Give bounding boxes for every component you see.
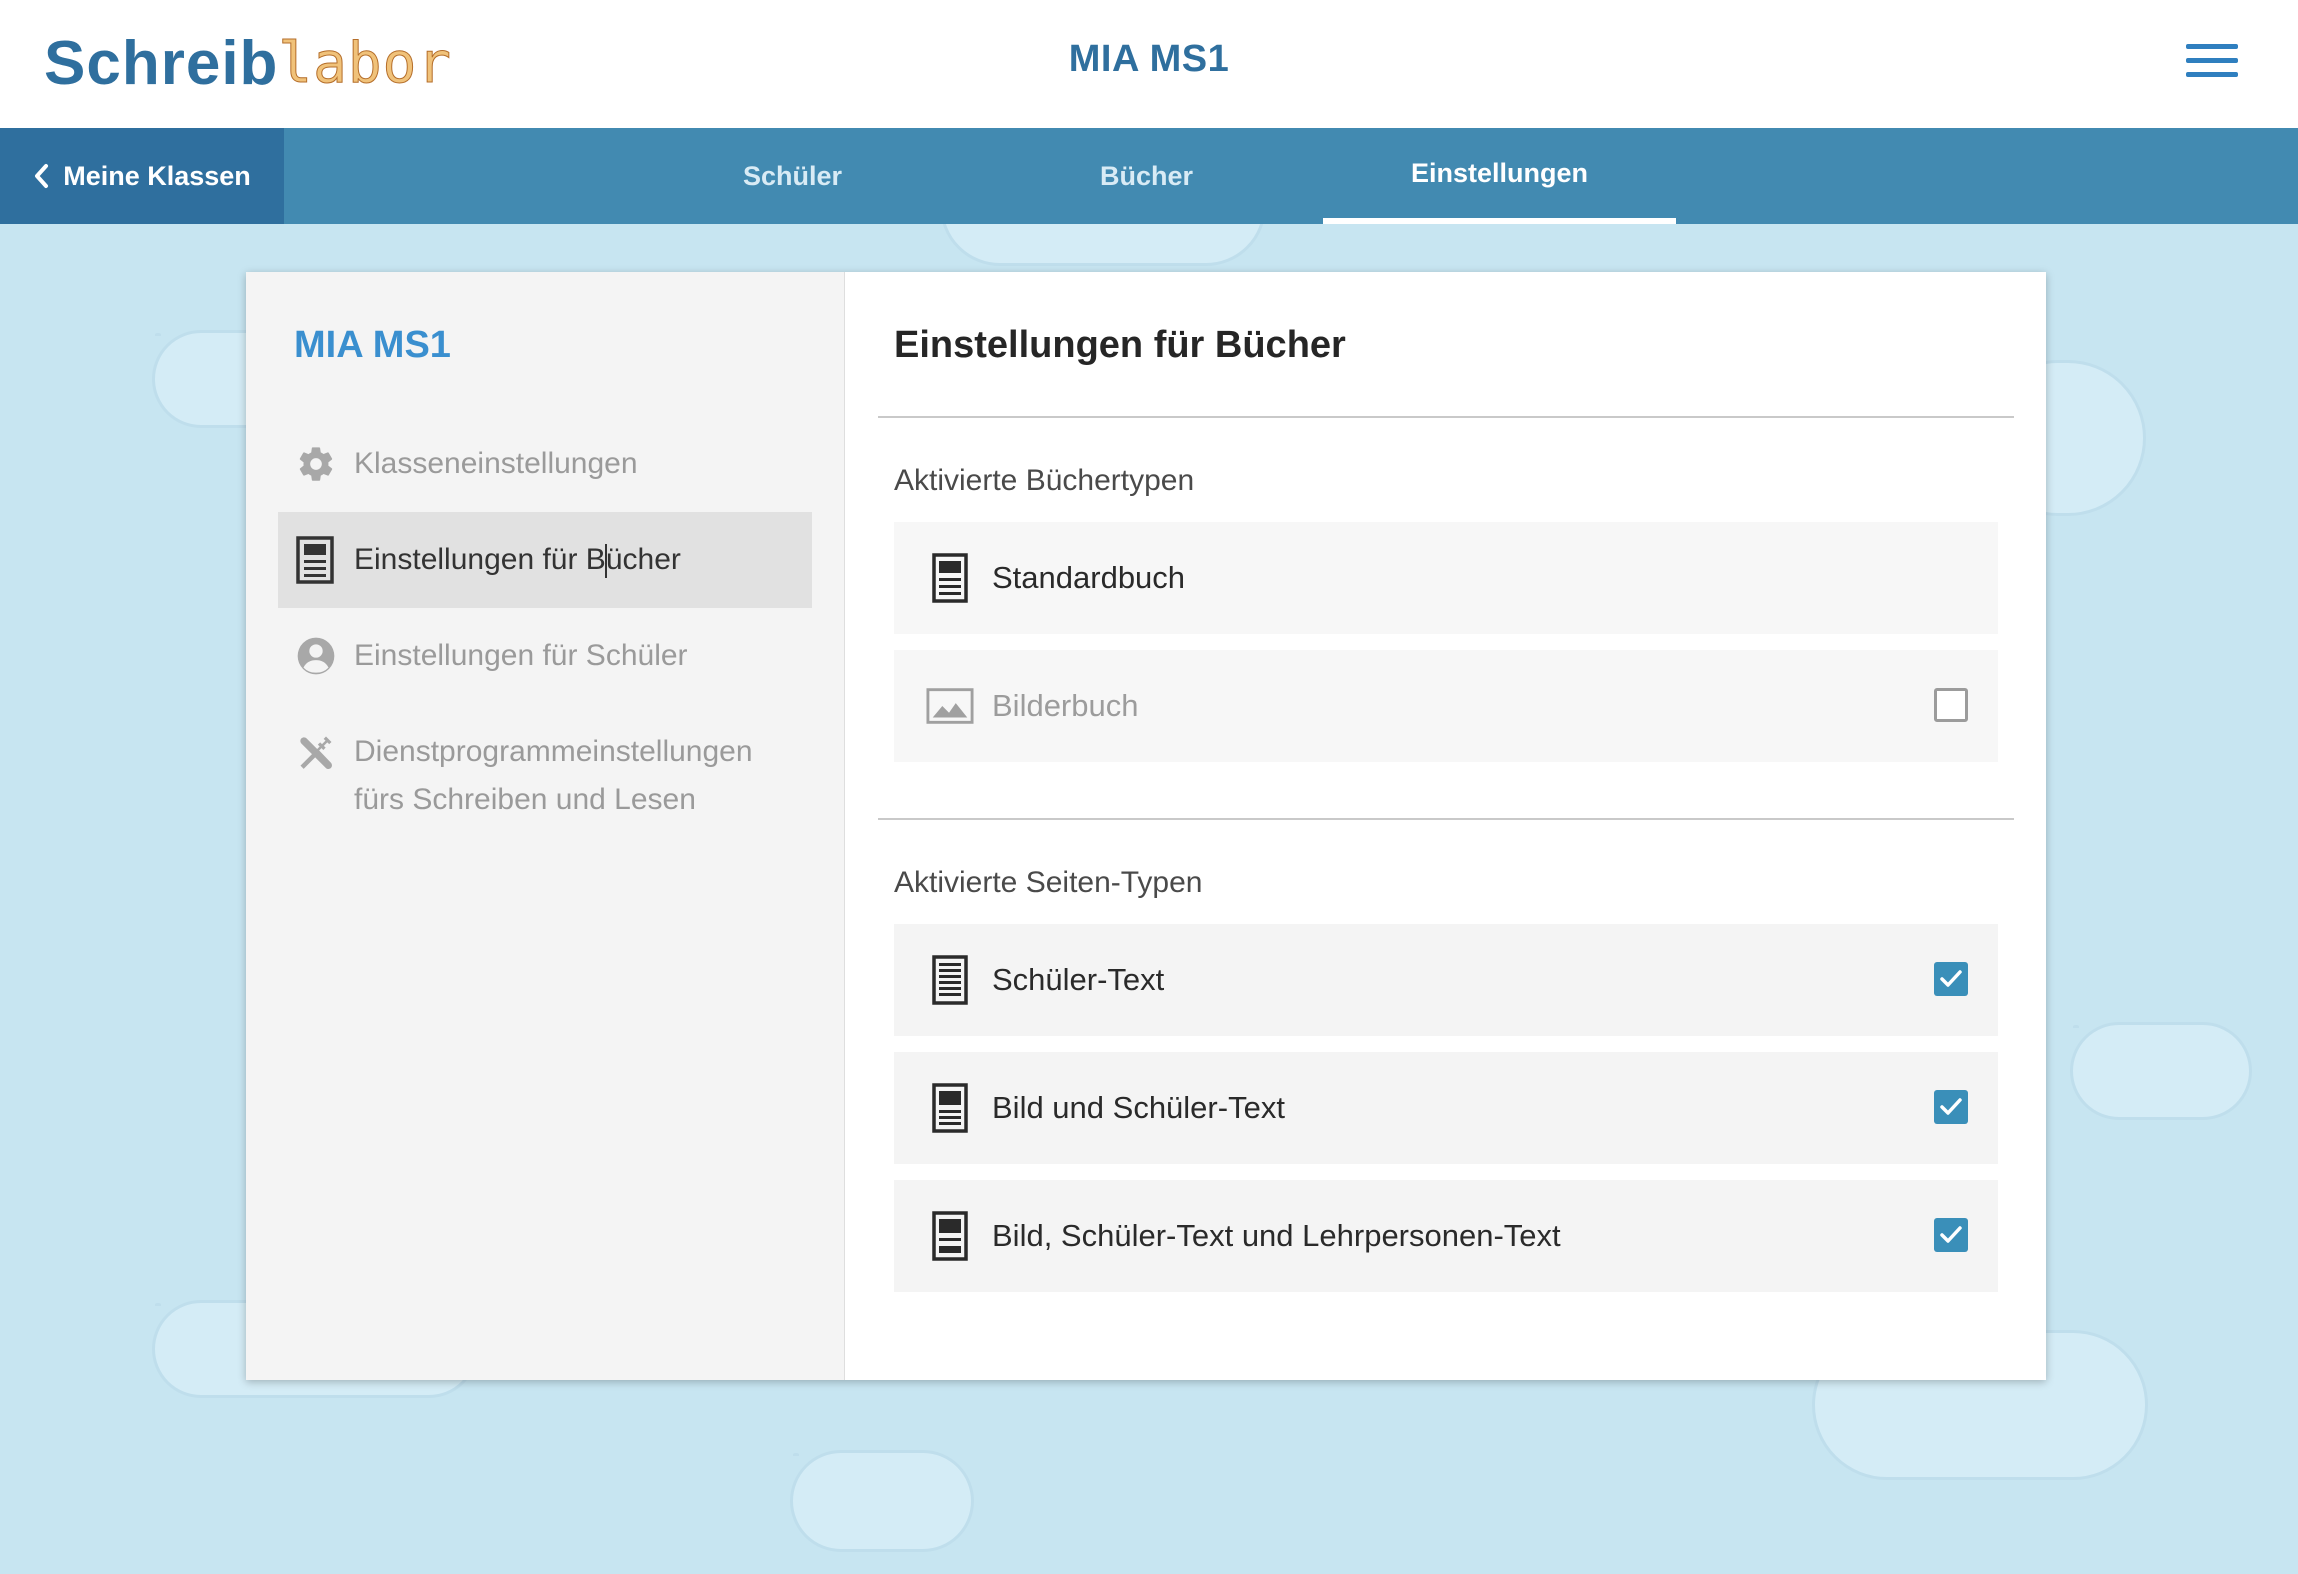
section-divider	[878, 416, 2014, 418]
page-type-label: Bild und Schüler-Text	[992, 1090, 1285, 1125]
bilderbuch-checkbox[interactable]	[1934, 688, 1968, 722]
bild-schueler-lehrpersonen-text-checkbox[interactable]	[1934, 1218, 1968, 1252]
menu-icon-bar	[2186, 44, 2238, 49]
sidebar-item-label: Einstellungen für Schüler	[354, 639, 688, 672]
label-line: Dienstprogrammeinstellungen	[354, 735, 753, 768]
back-button-label: Meine Klassen	[63, 160, 251, 191]
hamburger-menu-button[interactable]	[2186, 44, 2238, 84]
checkmark-icon	[1940, 970, 1962, 987]
sidebar-item-dienstprogramm-settings[interactable]: Dienstprogrammeinstellungen fürs Schreib…	[278, 728, 812, 824]
chevron-left-icon	[35, 164, 49, 188]
gear-icon	[296, 440, 340, 488]
tab-schueler[interactable]: Schüler	[616, 128, 969, 224]
book-type-label: Bilderbuch	[992, 688, 1139, 723]
book-type-standardbuch: Standardbuch	[894, 522, 1998, 634]
sidebar-item-label: Dienstprogrammeinstellungen fürs Schreib…	[354, 728, 753, 824]
sidebar-item-label: Klasseneinstellungen	[354, 447, 638, 480]
schueler-text-checkbox[interactable]	[1934, 962, 1968, 996]
checkmark-icon	[1940, 1098, 1962, 1115]
sidebar-item-label: Einstellungen für Bücher	[354, 536, 681, 584]
page-types-heading: Aktivierte Seiten-Typen	[894, 866, 1203, 899]
user-icon	[296, 632, 340, 680]
menu-icon-bar	[2186, 72, 2238, 77]
page-type-schueler-text[interactable]: Schüler-Text	[894, 924, 1998, 1036]
book-type-label: Standardbuch	[992, 560, 1186, 595]
page-title: Einstellungen für Bücher	[894, 324, 1346, 366]
label-part: ücher	[605, 543, 681, 576]
book-type-bilderbuch[interactable]: Bilderbuch	[894, 650, 1998, 762]
menu-icon-bar	[2186, 58, 2238, 63]
bild-schueler-text-checkbox[interactable]	[1934, 1090, 1968, 1124]
page-type-bild-und-schueler-text[interactable]: Bild und Schüler-Text	[894, 1052, 1998, 1164]
image-text-teacher-page-icon	[926, 1210, 974, 1262]
book-types-heading: Aktivierte Büchertypen	[894, 464, 1195, 497]
label-line: fürs Schreiben und Lesen	[354, 783, 696, 816]
book-icon	[296, 536, 340, 584]
page-type-label: Schüler-Text	[992, 962, 1165, 997]
standard-book-icon	[926, 552, 974, 604]
label-part: Einstellungen für B	[354, 543, 606, 576]
page-type-bild-schueler-lehrpersonen-text[interactable]: Bild, Schüler-Text und Lehrpersonen-Text	[894, 1180, 1998, 1292]
sidebar-item-klasseneinstellungen[interactable]: Klasseneinstellungen	[278, 440, 812, 488]
sidebar-item-buecher-settings[interactable]: Einstellungen für Bücher	[278, 512, 812, 608]
sidebar-title: MIA MS1	[294, 324, 451, 366]
image-text-page-icon	[926, 1082, 974, 1134]
settings-sidebar: MIA MS1 Klasseneinstellungen Einstellung…	[246, 272, 845, 1380]
checkmark-icon	[1940, 1226, 1962, 1243]
tab-einstellungen[interactable]: Einstellungen	[1323, 128, 1676, 224]
cloud-decoration	[790, 1450, 974, 1552]
text-page-icon	[926, 954, 974, 1006]
page-type-label: Bild, Schüler-Text und Lehrpersonen-Text	[992, 1218, 1561, 1253]
cloud-decoration	[2070, 1022, 2252, 1120]
app-header: Schreib labor MIA MS1	[0, 0, 2298, 129]
tab-buecher[interactable]: Bücher	[970, 128, 1323, 224]
back-to-my-classes-button[interactable]: Meine Klassen	[0, 128, 284, 224]
class-navigation-bar: Meine Klassen Schüler Bücher Einstellung…	[0, 128, 2298, 224]
sidebar-item-schueler-settings[interactable]: Einstellungen für Schüler	[278, 632, 812, 680]
settings-card: MIA MS1 Klasseneinstellungen Einstellung…	[246, 272, 2046, 1380]
tools-icon	[296, 728, 340, 776]
image-icon	[926, 680, 974, 732]
class-title: MIA MS1	[1068, 38, 1230, 80]
section-divider	[878, 818, 2014, 820]
